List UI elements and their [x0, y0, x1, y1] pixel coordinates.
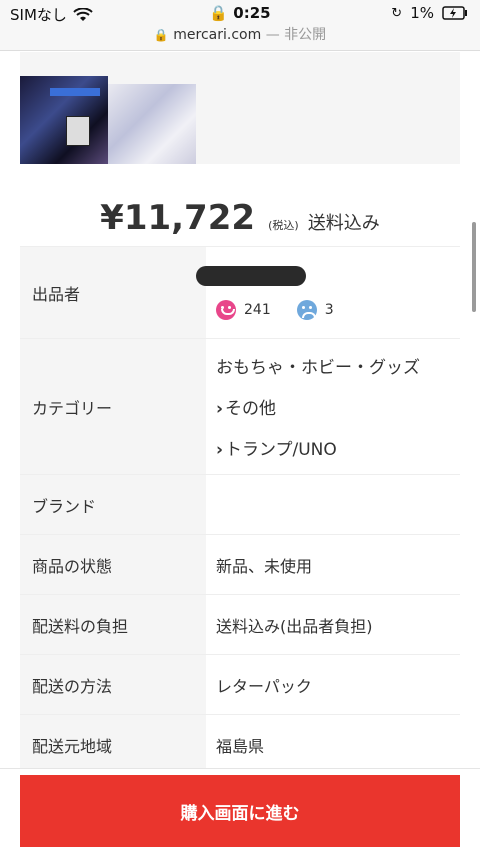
- good-rating-count: 241: [244, 301, 271, 318]
- scrollbar[interactable]: [472, 222, 476, 312]
- chevron-right-icon: ›: [216, 399, 224, 419]
- table-row: 配送料の負担 送料込み(出品者負担): [20, 594, 460, 655]
- brand-value: [206, 474, 460, 535]
- lock-icon: 🔒: [153, 28, 169, 42]
- lock-icon: 🔒: [209, 4, 229, 22]
- category-link-row[interactable]: › その他: [216, 394, 459, 419]
- shipping-method-value: レターパック: [206, 654, 460, 715]
- category-link[interactable]: その他: [225, 399, 276, 419]
- table-row: 配送元地域 福島県: [20, 714, 460, 775]
- shipping-fee-value: 送料込み(出品者負担): [206, 594, 460, 655]
- tax-note: (税込): [268, 219, 299, 232]
- url-domain: mercari.com: [173, 27, 262, 43]
- table-row: 出品者 241 3: [20, 246, 460, 339]
- table-row: 商品の状態 新品、未使用: [20, 534, 460, 595]
- seller-cell: 241 3: [196, 246, 460, 339]
- shipping-note: 送料込み: [307, 213, 380, 234]
- table-row: 配送の方法 レターパック: [20, 654, 460, 715]
- category-link[interactable]: おもちゃ・ホビー・グッズ: [216, 353, 459, 378]
- table-row: ブランド: [20, 474, 460, 535]
- price-block: ¥11,722 (税込) 送料込み: [0, 198, 480, 238]
- seller-name-redacted[interactable]: [196, 265, 306, 286]
- condition-value: 新品、未使用: [206, 534, 460, 595]
- product-thumbnail[interactable]: [108, 84, 196, 164]
- category-link-row[interactable]: › トランプ/UNO: [216, 435, 459, 460]
- row-label: 商品の状態: [20, 534, 206, 595]
- chevron-right-icon: ›: [216, 440, 224, 460]
- product-thumbnail[interactable]: [20, 76, 108, 164]
- rotation-lock-icon: ↻: [391, 5, 403, 21]
- buy-button[interactable]: 購入画面に進む: [20, 775, 460, 847]
- row-label: 出品者: [20, 246, 206, 339]
- clock: 0:25: [233, 4, 271, 22]
- battery-percent: 1%: [410, 4, 434, 22]
- row-label: 配送の方法: [20, 654, 206, 715]
- table-row: カテゴリー おもちゃ・ホビー・グッズ › その他 › トランプ/UNO: [20, 338, 460, 475]
- category-link[interactable]: トランプ/UNO: [225, 440, 337, 460]
- row-label: ブランド: [20, 474, 206, 535]
- battery-icon: [442, 6, 467, 20]
- details-table: 出品者 241 3 カテゴリー おもちゃ・ホビー・グッズ › その他 › トランプ/…: [20, 246, 460, 775]
- price-amount: ¥11,722: [100, 198, 256, 238]
- good-rating-icon: [216, 299, 236, 320]
- bad-rating-count: 3: [324, 301, 334, 318]
- row-label: カテゴリー: [20, 338, 206, 475]
- category-cell: おもちゃ・ホビー・グッズ › その他 › トランプ/UNO: [206, 338, 460, 475]
- bad-rating-icon: [296, 299, 317, 320]
- seller-ratings: 241 3: [216, 299, 459, 320]
- row-label: 配送料の負担: [20, 594, 206, 655]
- row-label: 配送元地域: [20, 714, 206, 775]
- url-bar[interactable]: 🔒 mercari.com — 非公開: [0, 24, 480, 51]
- url-privacy: — 非公開: [265, 27, 327, 43]
- ship-from-value: 福島県: [206, 714, 460, 775]
